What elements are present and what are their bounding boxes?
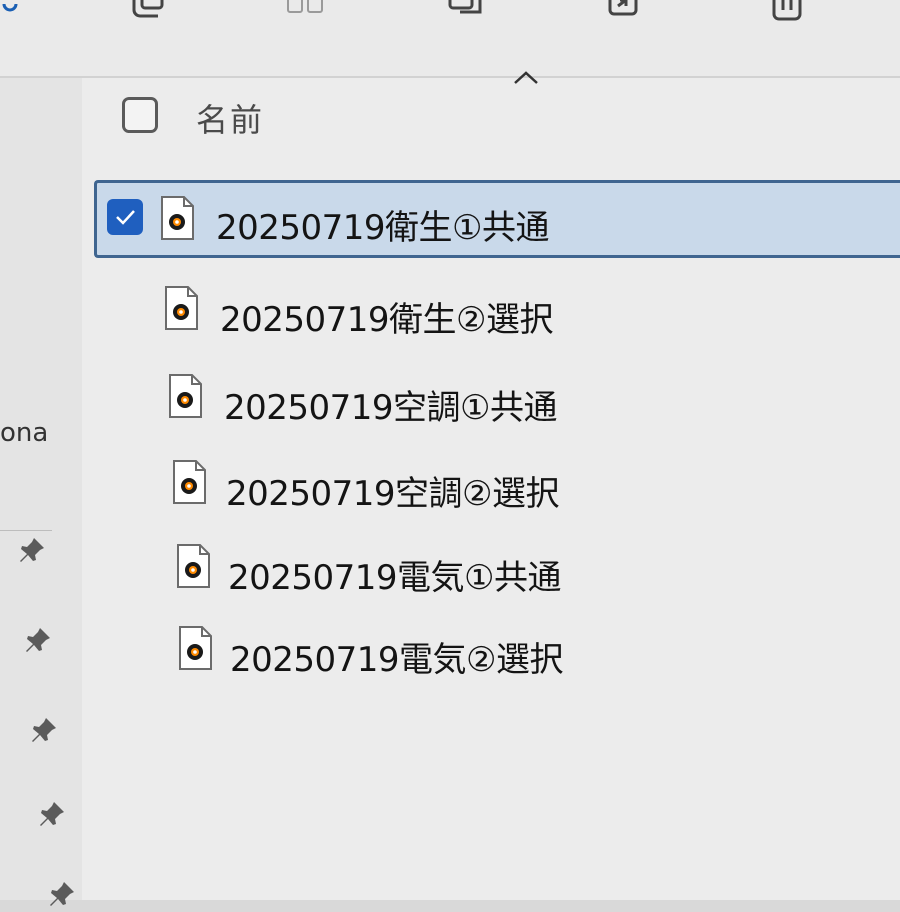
file-name[interactable]: 20250719空調②選択 [226, 466, 560, 515]
pin-icon[interactable] [30, 716, 58, 744]
media-file-icon [160, 196, 194, 240]
cut-icon[interactable] [128, 0, 168, 24]
pin-icon[interactable] [24, 626, 52, 654]
chevron-up-icon[interactable] [512, 70, 540, 86]
file-name[interactable]: 20250719電気②選択 [230, 632, 564, 681]
media-file-icon [164, 286, 198, 330]
file-name[interactable]: 20250719電気①共通 [228, 550, 562, 599]
command-bar [0, 0, 900, 78]
pin-icon[interactable] [18, 536, 46, 564]
media-file-icon [168, 374, 202, 418]
file-name[interactable]: 20250719衛生①共通 [216, 200, 550, 249]
paste-icon[interactable] [446, 0, 486, 24]
new-icon[interactable] [0, 0, 22, 22]
select-all-checkbox[interactable] [122, 97, 158, 133]
pin-icon[interactable] [38, 800, 66, 828]
media-file-icon [176, 544, 210, 588]
media-file-icon [178, 626, 212, 670]
file-name[interactable]: 20250719空調①共通 [224, 380, 558, 429]
navigation-pane: ona [0, 78, 82, 906]
copy-icon[interactable] [286, 0, 326, 24]
pin-icon[interactable] [48, 880, 76, 908]
media-file-icon [172, 460, 206, 504]
row-checkbox-checked[interactable] [107, 199, 143, 235]
file-name[interactable]: 20250719衛生②選択 [220, 292, 554, 341]
nav-divider [0, 530, 52, 531]
column-header-name[interactable]: 名前 [196, 95, 264, 141]
delete-icon[interactable] [768, 0, 808, 24]
share-icon[interactable] [606, 0, 646, 24]
nav-item-label[interactable]: ona [0, 418, 48, 448]
